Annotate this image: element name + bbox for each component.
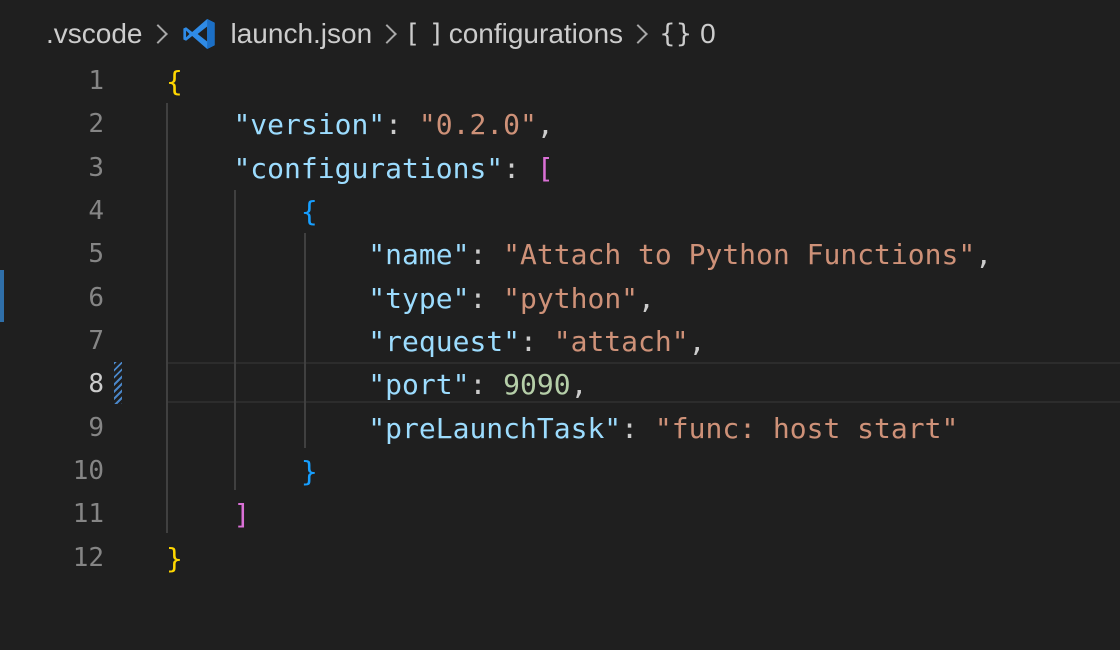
array-symbol-icon: [ ] [408, 19, 443, 49]
code-line[interactable]: ] [166, 493, 992, 536]
code-line[interactable]: "preLaunchTask": "func: host start" [166, 407, 992, 450]
breadcrumb-configurations-label: configurations [448, 18, 624, 49]
chevron-right-icon [628, 24, 648, 44]
code-token: 9090 [503, 368, 571, 402]
line-number: 8 [88, 369, 104, 400]
code-token: { [166, 65, 183, 98]
line-number-gutter[interactable]: 1 2 3 4 5 6 7 8 9 10 11 12 [0, 60, 104, 580]
object-symbol-icon: {} [659, 19, 693, 49]
line-number: 6 [88, 282, 104, 313]
code-token: "func: host start" [654, 411, 959, 445]
code-token: "python" [503, 281, 639, 315]
code-token: "request" [368, 324, 521, 358]
code-token: { [300, 194, 318, 228]
code-token: [ [536, 151, 554, 185]
line-number: 3 [88, 152, 104, 183]
breadcrumb-folder-label: .vscode [46, 18, 143, 49]
code-line[interactable]: "request": "attach", [166, 320, 992, 363]
code-token: : [503, 151, 537, 185]
code-token: , [570, 368, 588, 402]
code-token: "name" [368, 238, 470, 272]
code-line[interactable]: "configurations": [ [166, 147, 992, 190]
line-number: 10 [72, 455, 104, 486]
code-token: "port" [368, 368, 470, 402]
code-token: } [300, 454, 318, 488]
breadcrumb: .vscode launch.json [ ] configurations {… [46, 0, 716, 68]
line-number: 11 [72, 499, 104, 530]
code-line[interactable]: } [166, 450, 992, 493]
code-token: "attach" [553, 324, 689, 358]
chevron-right-icon [147, 24, 168, 44]
chevron-right-icon [377, 24, 398, 44]
code-line[interactable]: "version": "0.2.0", [166, 103, 992, 146]
code-token: , [536, 108, 554, 142]
code-token: ] [233, 498, 251, 532]
line-number: 1 [88, 66, 104, 96]
code-token: "Attach to Python Functions" [503, 238, 976, 272]
code-token: "preLaunchTask" [368, 411, 622, 445]
code-editor[interactable]: { "version": "0.2.0", "configurations": … [166, 60, 992, 580]
code-token: } [166, 541, 183, 575]
code-token: "configurations" [233, 151, 504, 185]
code-token: : [621, 411, 655, 445]
line-number: 4 [88, 195, 104, 226]
modified-line-marker[interactable] [114, 362, 122, 404]
line-number: 5 [88, 239, 104, 270]
code-token: : [469, 238, 504, 272]
code-token: "type" [368, 281, 470, 315]
code-token: , [688, 324, 706, 358]
code-token: : [385, 108, 419, 142]
code-line[interactable]: { [166, 60, 992, 103]
editor-window: .vscode launch.json [ ] configurations {… [0, 0, 1120, 650]
line-number: 12 [72, 542, 104, 573]
breadcrumb-object-label: 0 [700, 18, 716, 49]
code-token: : [469, 368, 504, 402]
code-line[interactable]: "name": "Attach to Python Functions", [166, 233, 992, 276]
line-number: 2 [88, 109, 104, 140]
code-token: "0.2.0" [418, 108, 537, 142]
code-token: , [638, 281, 655, 315]
breadcrumb-configurations[interactable]: [ ] configurations [408, 18, 623, 50]
code-token: , [975, 238, 993, 272]
code-token: "version" [233, 108, 386, 142]
breadcrumb-folder[interactable]: .vscode [46, 18, 143, 50]
code-line[interactable]: "port": 9090, [166, 363, 992, 406]
breadcrumb-file-label: launch.json [230, 18, 373, 49]
code-line[interactable]: { [166, 190, 992, 233]
line-number: 9 [88, 412, 104, 443]
code-line[interactable]: "type": "python", [166, 277, 992, 320]
vscode-logo-icon [182, 19, 215, 49]
line-number: 7 [88, 325, 104, 356]
code-token: : [469, 281, 504, 315]
breadcrumb-file[interactable]: launch.json [179, 17, 373, 51]
code-line[interactable]: } [166, 537, 992, 580]
breadcrumb-object-0[interactable]: {} 0 [659, 18, 716, 50]
code-token: : [520, 324, 554, 358]
